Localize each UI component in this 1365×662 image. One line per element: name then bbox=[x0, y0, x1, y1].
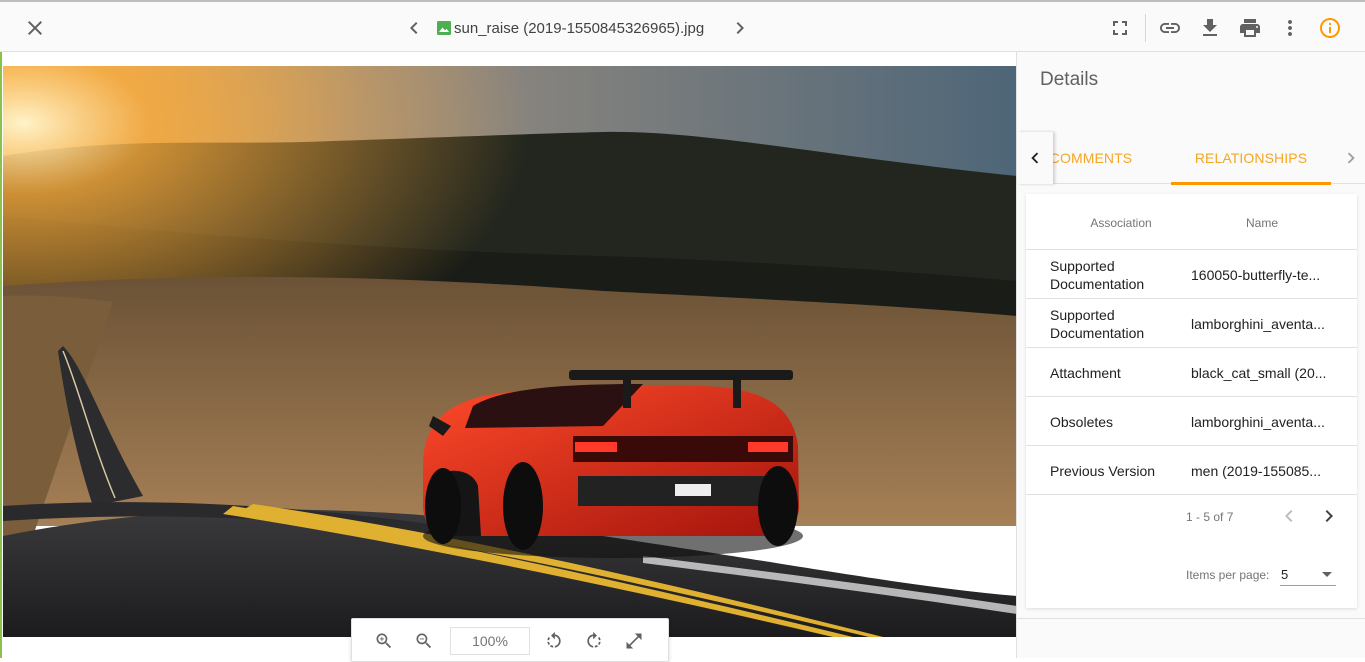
toolbar-divider bbox=[1145, 14, 1146, 42]
table-row[interactable]: Previous Version men (2019-155085... bbox=[1026, 446, 1357, 495]
download-icon bbox=[1203, 19, 1217, 36]
more-vert-icon bbox=[1288, 20, 1292, 36]
chevron-left-icon bbox=[1031, 152, 1039, 164]
link-icon bbox=[1160, 23, 1180, 33]
items-per-page-value: 5 bbox=[1281, 567, 1289, 582]
association-cell: Supported Documentation bbox=[1050, 306, 1145, 341]
image-zoom-toolbar: 100% bbox=[351, 618, 669, 662]
name-cell[interactable]: lamborghini_aventa... bbox=[1191, 299, 1331, 348]
previous-file-button[interactable] bbox=[398, 12, 430, 44]
column-header-association[interactable]: Association bbox=[1026, 216, 1216, 230]
tabs-scroll-right-button[interactable] bbox=[1336, 132, 1365, 184]
rotate-right-icon bbox=[587, 631, 601, 648]
name-cell-text: black_cat_small (20... bbox=[1191, 364, 1327, 381]
chevron-left-icon bbox=[1285, 510, 1293, 522]
zoom-in-button[interactable] bbox=[370, 627, 398, 655]
tab-comments-label: COMMENTS bbox=[1049, 150, 1133, 166]
download-button[interactable] bbox=[1194, 12, 1226, 44]
name-cell-text: men (2019-155085... bbox=[1191, 462, 1321, 479]
rotate-left-button[interactable] bbox=[540, 627, 568, 655]
info-button[interactable] bbox=[1314, 12, 1346, 44]
rotate-left-icon bbox=[547, 631, 561, 648]
fullscreen-icon bbox=[1113, 21, 1127, 35]
zoom-in-icon bbox=[376, 633, 392, 649]
print-icon bbox=[1240, 19, 1260, 37]
tabs-scroll-left-button[interactable] bbox=[1017, 132, 1053, 184]
zoom-out-button[interactable] bbox=[410, 627, 438, 655]
close-icon bbox=[28, 21, 42, 35]
association-cell: Attachment bbox=[1050, 364, 1121, 381]
tab-comments[interactable]: COMMENTS bbox=[1049, 132, 1133, 184]
active-tab-indicator bbox=[1171, 182, 1331, 185]
name-cell-text: lamborghini_aventa... bbox=[1191, 315, 1325, 332]
more-actions-button[interactable] bbox=[1274, 12, 1306, 44]
info-icon bbox=[1320, 18, 1340, 38]
car-on-road-photo bbox=[3, 66, 1017, 637]
sidebar-title: Details bbox=[1040, 69, 1099, 90]
viewed-image[interactable] bbox=[3, 66, 1017, 637]
name-cell[interactable]: men (2019-155085... bbox=[1191, 446, 1331, 495]
association-cell: Obsoletes bbox=[1050, 413, 1114, 430]
table-row[interactable]: Obsoletes lamborghini_aventa... bbox=[1026, 397, 1357, 446]
share-link-button[interactable] bbox=[1154, 12, 1186, 44]
column-header-name[interactable]: Name bbox=[1196, 216, 1328, 230]
zoom-out-icon bbox=[416, 633, 432, 649]
paginator-range-label: 1 - 5 of 7 bbox=[1186, 510, 1234, 524]
name-cell-text: lamborghini_aventa... bbox=[1191, 413, 1325, 430]
table-row[interactable]: Attachment black_cat_small (20... bbox=[1026, 348, 1357, 397]
viewer-header: sun_raise (2019-1550845326965).jpg bbox=[0, 0, 1365, 52]
image-file-icon bbox=[437, 21, 451, 35]
file-name: sun_raise (2019-1550845326965).jpg bbox=[454, 19, 705, 37]
print-button[interactable] bbox=[1234, 12, 1266, 44]
items-per-page-select[interactable]: 5 bbox=[1280, 564, 1336, 586]
previous-page-button[interactable] bbox=[1275, 502, 1303, 530]
close-button[interactable] bbox=[19, 12, 51, 44]
fit-to-screen-button[interactable] bbox=[620, 627, 648, 655]
rotate-right-button[interactable] bbox=[580, 627, 608, 655]
details-sidebar: Details COMMENTS RELATIONSHIPS Associati… bbox=[1016, 52, 1365, 658]
items-per-page-label: Items per page: bbox=[1186, 568, 1270, 582]
chevron-right-icon bbox=[1347, 152, 1355, 164]
next-page-button[interactable] bbox=[1315, 502, 1343, 530]
next-file-button[interactable] bbox=[724, 12, 756, 44]
table-row[interactable]: Supported Documentation 160050-butterfly… bbox=[1026, 250, 1357, 299]
association-cell: Supported Documentation bbox=[1050, 257, 1145, 292]
image-viewer: 100% bbox=[0, 52, 1017, 662]
name-cell-text: 160050-butterfly-te... bbox=[1191, 266, 1321, 283]
table-row[interactable]: Supported Documentation lamborghini_aven… bbox=[1026, 299, 1357, 348]
sidebar-divider bbox=[1017, 618, 1365, 619]
name-cell[interactable]: lamborghini_aventa... bbox=[1191, 397, 1331, 446]
fullscreen-button[interactable] bbox=[1104, 12, 1136, 44]
relationships-table-card: Association Name Supported Documentation… bbox=[1026, 194, 1357, 608]
zoom-level-input[interactable]: 100% bbox=[450, 627, 530, 655]
chevron-right-icon bbox=[736, 22, 744, 34]
file-title: sun_raise (2019-1550845326965).jpg bbox=[436, 16, 704, 40]
details-tabs: COMMENTS RELATIONSHIPS bbox=[1017, 132, 1365, 185]
dropdown-arrow-icon bbox=[1322, 572, 1332, 577]
fit-screen-icon bbox=[626, 633, 642, 649]
tab-relationships-label: RELATIONSHIPS bbox=[1194, 150, 1308, 166]
chevron-right-icon bbox=[1325, 510, 1333, 522]
chevron-left-icon bbox=[410, 22, 418, 34]
association-cell: Previous Version bbox=[1050, 462, 1156, 479]
name-cell[interactable]: 160050-butterfly-te... bbox=[1191, 250, 1331, 299]
tab-relationships[interactable]: RELATIONSHIPS bbox=[1171, 132, 1331, 185]
table-header: Association Name bbox=[1026, 194, 1357, 250]
name-cell[interactable]: black_cat_small (20... bbox=[1191, 348, 1331, 397]
